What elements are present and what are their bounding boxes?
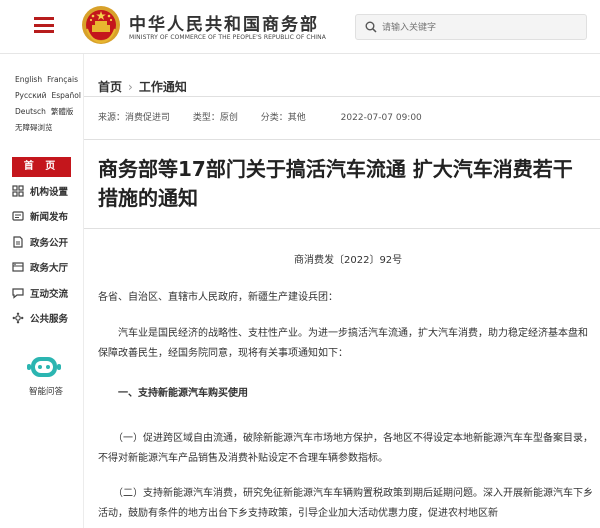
meta-type: 类型：原创 (192, 113, 238, 123)
sidebar-item-label: 公共服务 (30, 314, 69, 325)
search-input[interactable] (382, 19, 580, 36)
news-icon (12, 211, 24, 221)
assistant-label[interactable]: 智能问答 (29, 385, 63, 397)
main-content: 首页 › 工作通知 来源：消费促进司 类型：原创 分类：其他 2022-07-07 … (84, 54, 600, 528)
article-paragraph: （一）促进跨区域自由流通，破除新能源汽车市场地方保护，各地区不得设定本地新能源汽… (98, 433, 593, 464)
document-icon (13, 236, 23, 248)
lang-spanish-link[interactable]: Español (52, 88, 81, 104)
breadcrumb: 首页 › 工作通知 (98, 78, 187, 95)
sidebar-item-label: 互动交流 (30, 289, 69, 300)
service-icon (12, 312, 24, 324)
sidebar-home-button[interactable]: 首 页 (12, 157, 71, 177)
lang-traditional-link[interactable]: 繁體版 (51, 104, 74, 120)
sidebar-item-interaction[interactable]: 互动交流 (12, 285, 68, 301)
section-heading: 一、支持新能源汽车购买使用 (98, 388, 248, 399)
sidebar-item-label: 机构设置 (30, 187, 69, 198)
article-paragraph: （二）支持新能源汽车消费，研究免征新能源汽车车辆购置税政策到期后延期问题。深入开… (98, 488, 593, 519)
search-icon[interactable] (365, 21, 377, 33)
search-box[interactable] (355, 14, 587, 40)
accessibility-link[interactable]: 无障碍浏览 (15, 120, 53, 136)
article-meta: 来源：消费促进司 类型：原创 分类：其他 2022-07-07 09:00 (98, 110, 422, 123)
sidebar: English Français Русский Español Deutsch… (0, 54, 84, 528)
lang-russian-link[interactable]: Русский (15, 88, 47, 104)
lang-german-link[interactable]: Deutsch (15, 104, 46, 120)
sidebar-item-label: 政务大厅 (30, 263, 69, 274)
national-emblem-icon (82, 6, 120, 44)
divider (84, 96, 600, 97)
organization-icon (12, 185, 24, 197)
site-title: 中华人民共和国商务部 (129, 15, 319, 35)
article-paragraph: 汽车业是国民经济的战略性、支柱性产业。为进一步搞活汽车流通，扩大汽车消费，助力稳… (98, 328, 588, 359)
sidebar-item-label: 政务公开 (30, 238, 69, 249)
breadcrumb-home-link[interactable]: 首页 (98, 80, 122, 94)
document-number: 商消费发〔2022〕92号 (294, 255, 403, 266)
chat-icon (12, 288, 24, 299)
meta-date: 2022-07-07 09:00 (340, 113, 422, 123)
lang-english-link[interactable]: English (15, 72, 42, 88)
menu-icon[interactable] (34, 17, 54, 33)
sidebar-item-public-affairs[interactable]: 政务公开 (12, 234, 68, 250)
sidebar-item-news[interactable]: 新闻发布 (12, 208, 68, 224)
sidebar-item-public-service[interactable]: 公共服务 (12, 310, 68, 326)
language-links: English Français Русский Español Deutsch… (15, 72, 81, 136)
lang-french-link[interactable]: Français (47, 72, 78, 88)
sidebar-item-label: 新闻发布 (30, 212, 69, 223)
breadcrumb-separator: › (128, 80, 133, 94)
robot-assistant-icon[interactable] (26, 354, 62, 380)
hall-icon (12, 262, 24, 272)
sidebar-item-hall[interactable]: 政务大厅 (12, 259, 68, 275)
sidebar-item-organization[interactable]: 机构设置 (12, 183, 68, 199)
meta-category: 分类：其他 (260, 113, 306, 123)
divider (84, 228, 600, 229)
article-title: 商务部等17部门关于搞活汽车流通 扩大汽车消费若干措施的通知 (98, 157, 573, 210)
divider (84, 139, 600, 140)
site-header: 中华人民共和国商务部 MINISTRY OF COMMERCE OF THE P… (0, 0, 600, 54)
breadcrumb-current[interactable]: 工作通知 (139, 80, 187, 94)
article-paragraph: 各省、自治区、直辖市人民政府，新疆生产建设兵团： (98, 292, 338, 303)
site-subtitle: MINISTRY OF COMMERCE OF THE PEOPLE'S REP… (129, 34, 326, 41)
meta-source: 来源：消费促进司 (98, 113, 171, 123)
